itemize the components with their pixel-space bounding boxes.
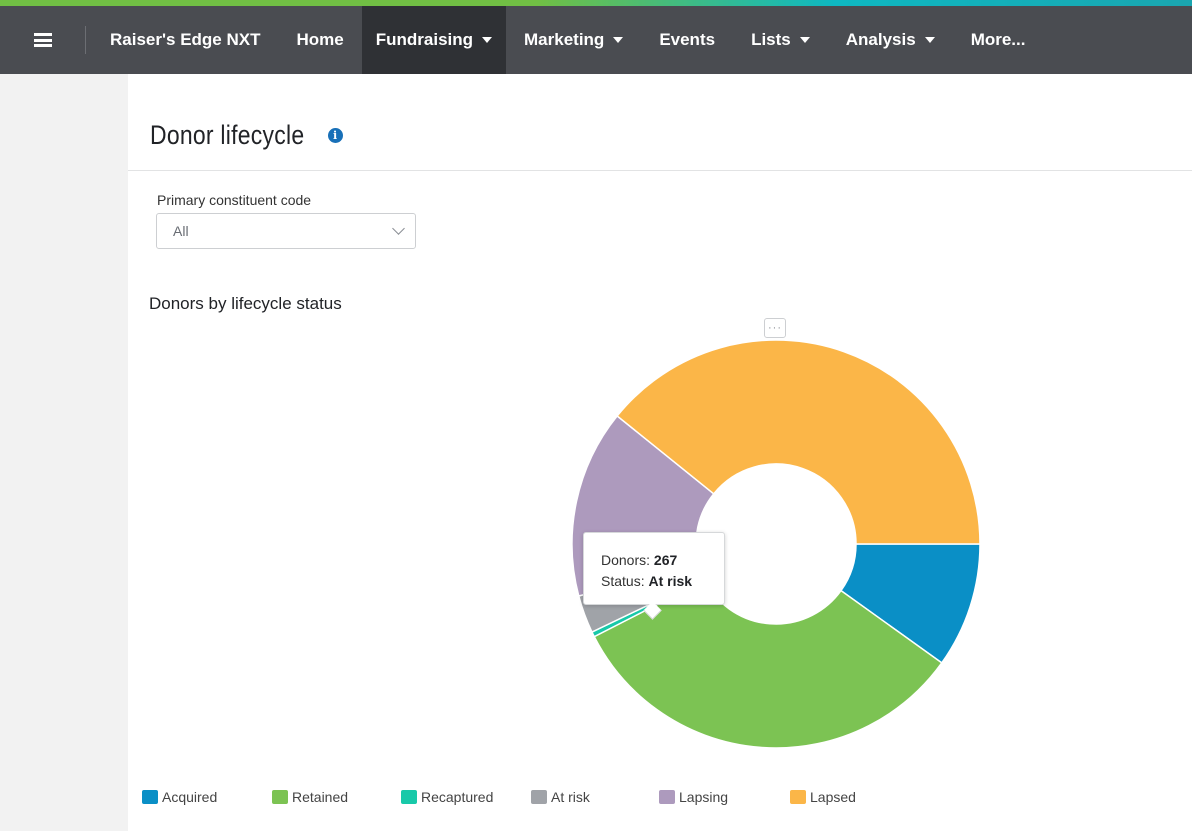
- caret-down-icon: [799, 37, 810, 43]
- legend-swatch: [272, 790, 288, 804]
- caret-down-icon: [613, 37, 624, 43]
- legend-item-retained[interactable]: Retained: [272, 789, 348, 805]
- nav-events[interactable]: Events: [641, 6, 733, 74]
- page-title: Donor lifecycle: [150, 120, 305, 150]
- filter-label: Primary constituent code: [157, 192, 312, 208]
- legend-label: Lapsing: [679, 789, 729, 805]
- legend-label: At risk: [551, 789, 590, 805]
- constituent-code-select[interactable]: All: [156, 213, 416, 249]
- nav-analysis[interactable]: Analysis: [828, 6, 953, 74]
- nav-more[interactable]: More...: [953, 6, 1044, 74]
- nav-lists[interactable]: Lists: [733, 6, 828, 74]
- legend-label: Recaptured: [421, 789, 494, 805]
- legend-item-recaptured[interactable]: Recaptured: [401, 789, 493, 805]
- caret-down-icon: [924, 37, 935, 43]
- page-header: Donor lifecycle i: [150, 120, 343, 151]
- legend-label: Retained: [292, 789, 349, 805]
- legend-item-lapsed[interactable]: Lapsed: [790, 789, 856, 805]
- chart-tooltip: Donors: 267 Status: At risk: [583, 532, 725, 605]
- tooltip-status-line: Status: At risk: [601, 573, 693, 589]
- legend-swatch: [531, 790, 547, 804]
- legend-item-acquired[interactable]: Acquired: [142, 789, 217, 805]
- legend-swatch: [790, 790, 806, 804]
- legend-label: Acquired: [162, 789, 218, 805]
- legend-swatch: [659, 790, 675, 804]
- chevron-down-icon: [392, 222, 405, 235]
- nav-fundraising[interactable]: Fundraising: [361, 6, 507, 74]
- legend-swatch: [401, 790, 417, 804]
- caret-down-icon: [482, 37, 493, 43]
- chart-title: Donors by lifecycle status: [149, 294, 342, 313]
- top-navbar: Raiser's Edge NXT Home Fundraising Marke…: [0, 6, 1192, 74]
- info-icon[interactable]: i: [327, 128, 343, 143]
- nav-home[interactable]: Home: [279, 6, 362, 74]
- header-divider: [128, 170, 1192, 171]
- hamburger-menu-icon[interactable]: [0, 6, 86, 74]
- brand-name[interactable]: Raiser's Edge NXT: [86, 30, 279, 50]
- legend-swatch: [142, 790, 158, 804]
- left-gutter: [0, 74, 128, 831]
- legend-label: Lapsed: [810, 789, 856, 805]
- nav-marketing[interactable]: Marketing: [506, 6, 641, 74]
- legend-item-lapsing[interactable]: Lapsing: [659, 789, 728, 805]
- tooltip-donors-line: Donors: 267: [601, 552, 678, 568]
- select-value: All: [173, 223, 189, 239]
- legend-item-at-risk[interactable]: At risk: [531, 789, 590, 805]
